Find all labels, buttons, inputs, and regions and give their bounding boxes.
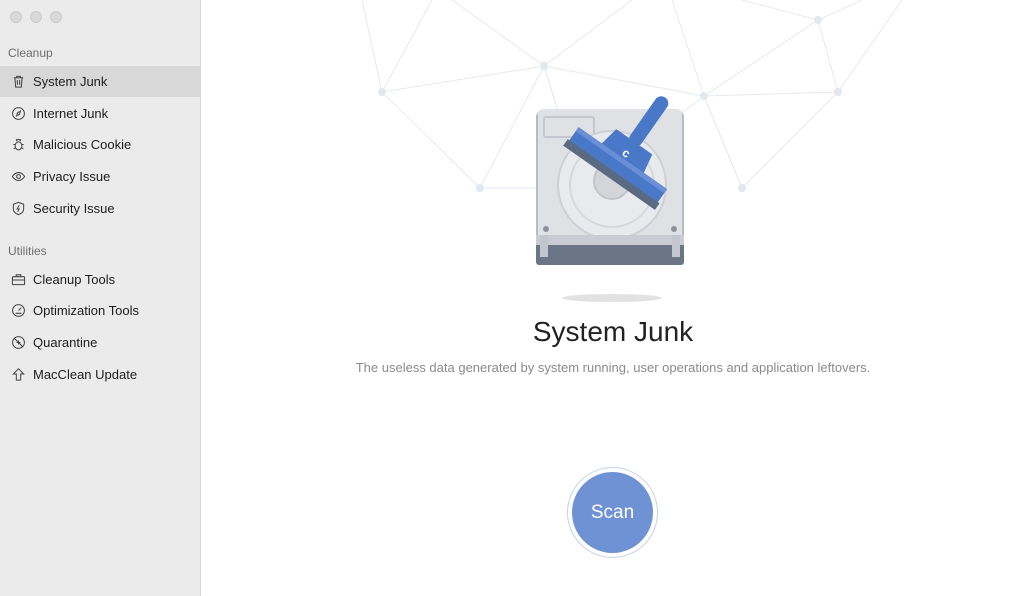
sidebar-item-label: MacClean Update (33, 367, 138, 382)
gauge-icon (10, 303, 26, 319)
eye-icon (10, 169, 26, 185)
close-window-button[interactable] (10, 11, 22, 23)
sidebar-item-internet-junk[interactable]: Internet Junk (0, 98, 200, 129)
shield-icon (10, 201, 26, 217)
scan-button[interactable]: Scan (572, 472, 653, 553)
sidebar-item-label: Optimization Tools (33, 303, 139, 318)
sidebar-item-label: Cleanup Tools (33, 272, 116, 287)
sidebar-item-system-junk[interactable]: System Junk (0, 66, 200, 97)
sidebar-item-malicious-cookie[interactable]: Malicious Cookie (0, 129, 200, 160)
sidebar-item-label: System Junk (33, 74, 108, 89)
sidebar: Cleanup System Junk Internet Junk Malici… (0, 0, 201, 596)
app-window: Cleanup System Junk Internet Junk Malici… (0, 0, 1024, 596)
sidebar-item-macclean-update[interactable]: MacClean Update (0, 359, 200, 390)
section-label-cleanup: Cleanup (8, 46, 53, 60)
sidebar-item-label: Malicious Cookie (33, 137, 132, 152)
sidebar-item-privacy-issue[interactable]: Privacy Issue (0, 161, 200, 192)
quarantine-icon (10, 335, 26, 351)
compass-icon (10, 106, 26, 122)
sidebar-item-quarantine[interactable]: Quarantine (0, 327, 200, 358)
window-controls (10, 11, 62, 23)
section-label-utilities: Utilities (8, 244, 47, 258)
sidebar-item-label: Quarantine (33, 335, 98, 350)
page-subtitle: The useless data generated by system run… (355, 360, 871, 375)
page-title: System Junk (532, 316, 694, 347)
sidebar-item-label: Security Issue (33, 201, 115, 216)
hard-drive-broom-icon: c (536, 96, 684, 302)
sidebar-item-cleanup-tools[interactable]: Cleanup Tools (0, 264, 200, 295)
toolbox-icon (10, 272, 26, 288)
sidebar-item-label: Internet Junk (33, 106, 109, 121)
sidebar-item-security-issue[interactable]: Security Issue (0, 193, 200, 224)
main-panel: c System Junk The useless data generated… (202, 0, 1024, 596)
zoom-window-button[interactable] (50, 11, 62, 23)
sidebar-item-label: Privacy Issue (33, 169, 111, 184)
upload-arrow-icon (10, 367, 26, 383)
minimize-window-button[interactable] (30, 11, 42, 23)
bug-icon (10, 137, 26, 153)
sidebar-item-optimization-tools[interactable]: Optimization Tools (0, 295, 200, 326)
trash-icon (10, 74, 26, 90)
